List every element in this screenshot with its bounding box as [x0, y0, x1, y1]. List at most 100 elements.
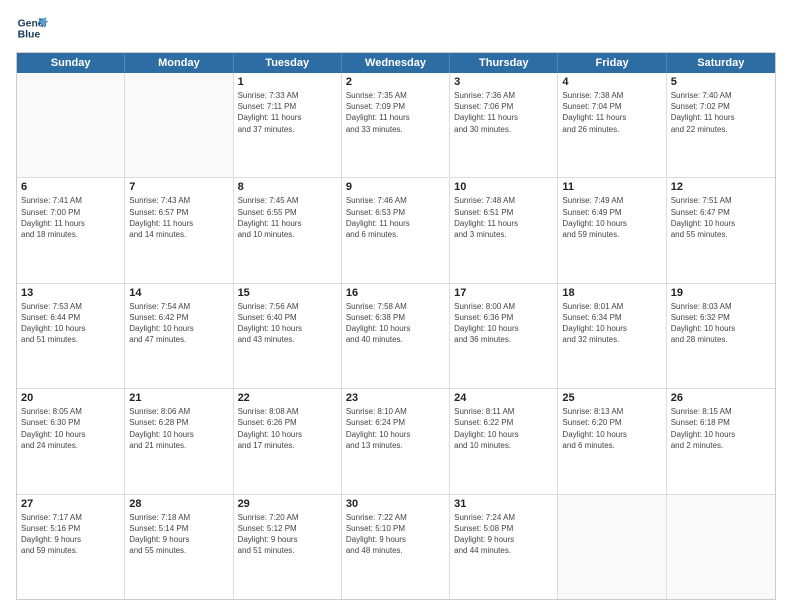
- day-number: 11: [562, 181, 661, 193]
- day-number: 2: [346, 76, 445, 88]
- day-cell: 21 Sunrise: 8:06 AM Sunset: 6:28 PM Dayli…: [125, 389, 233, 493]
- day-info: Sunrise: 7:40 AM Sunset: 7:02 PM Dayligh…: [671, 90, 771, 135]
- day-info: Sunrise: 7:38 AM Sunset: 7:04 PM Dayligh…: [562, 90, 661, 135]
- day-header-tuesday: Tuesday: [234, 53, 342, 73]
- day-info: Sunrise: 7:18 AM Sunset: 5:14 PM Dayligh…: [129, 512, 228, 557]
- day-cell: 26 Sunrise: 8:15 AM Sunset: 6:18 PM Dayli…: [667, 389, 775, 493]
- week-row-1: 1 Sunrise: 7:33 AM Sunset: 7:11 PM Daylig…: [17, 73, 775, 178]
- day-info: Sunrise: 7:56 AM Sunset: 6:40 PM Dayligh…: [238, 301, 337, 346]
- day-number: 22: [238, 392, 337, 404]
- day-number: 26: [671, 392, 771, 404]
- day-cell: 7Sunrise: 7:43 AM Sunset: 6:57 PM Daylig…: [125, 178, 233, 282]
- day-number: 4: [562, 76, 661, 88]
- day-info: Sunrise: 7:49 AM Sunset: 6:49 PM Dayligh…: [562, 195, 661, 240]
- day-info: Sunrise: 7:36 AM Sunset: 7:06 PM Dayligh…: [454, 90, 553, 135]
- day-cell: 18 Sunrise: 8:01 AM Sunset: 6:34 PM Dayli…: [558, 284, 666, 388]
- day-info: Sunrise: 7:24 AM Sunset: 5:08 PM Dayligh…: [454, 512, 553, 557]
- day-info: Sunrise: 7:45 AM Sunset: 6:55 PM Dayligh…: [238, 195, 337, 240]
- day-header-monday: Monday: [125, 53, 233, 73]
- day-cell: 23 Sunrise: 8:10 AM Sunset: 6:24 PM Dayli…: [342, 389, 450, 493]
- day-info: Sunrise: 7:58 AM Sunset: 6:38 PM Dayligh…: [346, 301, 445, 346]
- day-cell: 6 Sunrise: 7:41 AM Sunset: 7:00 PM Daylig…: [17, 178, 125, 282]
- week-row-2: 6 Sunrise: 7:41 AM Sunset: 7:00 PM Daylig…: [17, 178, 775, 283]
- day-info: Sunrise: 8:15 AM Sunset: 6:18 PM Dayligh…: [671, 406, 771, 451]
- day-info: Sunrise: 7:41 AM Sunset: 7:00 PM Dayligh…: [21, 195, 120, 240]
- header: General Blue: [16, 12, 776, 44]
- day-number: 27: [21, 498, 120, 510]
- day-number: 17: [454, 287, 553, 299]
- day-number: 7: [129, 181, 228, 193]
- day-info: Sunrise: 8:13 AM Sunset: 6:20 PM Dayligh…: [562, 406, 661, 451]
- day-info: Sunrise: 7:54 AM Sunset: 6:42 PM Dayligh…: [129, 301, 228, 346]
- day-cell: 16 Sunrise: 7:58 AM Sunset: 6:38 PM Dayli…: [342, 284, 450, 388]
- day-number: 31: [454, 498, 553, 510]
- day-info: Sunrise: 8:03 AM Sunset: 6:32 PM Dayligh…: [671, 301, 771, 346]
- day-cell: 28 Sunrise: 7:18 AM Sunset: 5:14 PM Dayli…: [125, 495, 233, 599]
- day-info: Sunrise: 8:05 AM Sunset: 6:30 PM Dayligh…: [21, 406, 120, 451]
- day-cell: 12Sunrise: 7:51 AM Sunset: 6:47 PM Dayli…: [667, 178, 775, 282]
- day-info: Sunrise: 7:20 AM Sunset: 5:12 PM Dayligh…: [238, 512, 337, 557]
- week-row-3: 13 Sunrise: 7:53 AM Sunset: 6:44 PM Dayli…: [17, 284, 775, 389]
- day-cell: 5 Sunrise: 7:40 AM Sunset: 7:02 PM Daylig…: [667, 73, 775, 177]
- day-cell: [558, 495, 666, 599]
- day-number: 18: [562, 287, 661, 299]
- day-number: 24: [454, 392, 553, 404]
- day-info: Sunrise: 8:10 AM Sunset: 6:24 PM Dayligh…: [346, 406, 445, 451]
- day-number: 21: [129, 392, 228, 404]
- day-info: Sunrise: 8:08 AM Sunset: 6:26 PM Dayligh…: [238, 406, 337, 451]
- day-info: Sunrise: 7:48 AM Sunset: 6:51 PM Dayligh…: [454, 195, 553, 240]
- day-number: 16: [346, 287, 445, 299]
- day-headers: SundayMondayTuesdayWednesdayThursdayFrid…: [17, 53, 775, 73]
- day-cell: 2 Sunrise: 7:35 AM Sunset: 7:09 PM Daylig…: [342, 73, 450, 177]
- day-header-wednesday: Wednesday: [342, 53, 450, 73]
- day-number: 28: [129, 498, 228, 510]
- day-number: 23: [346, 392, 445, 404]
- day-number: 9: [346, 181, 445, 193]
- day-info: Sunrise: 7:22 AM Sunset: 5:10 PM Dayligh…: [346, 512, 445, 557]
- day-header-sunday: Sunday: [17, 53, 125, 73]
- day-number: 14: [129, 287, 228, 299]
- week-row-4: 20 Sunrise: 8:05 AM Sunset: 6:30 PM Dayli…: [17, 389, 775, 494]
- logo: General Blue: [16, 12, 48, 44]
- day-header-thursday: Thursday: [450, 53, 558, 73]
- day-info: Sunrise: 8:11 AM Sunset: 6:22 PM Dayligh…: [454, 406, 553, 451]
- day-cell: [17, 73, 125, 177]
- day-number: 29: [238, 498, 337, 510]
- day-number: 5: [671, 76, 771, 88]
- day-number: 6: [21, 181, 120, 193]
- day-number: 13: [21, 287, 120, 299]
- day-number: 1: [238, 76, 337, 88]
- day-info: Sunrise: 7:53 AM Sunset: 6:44 PM Dayligh…: [21, 301, 120, 346]
- day-cell: 10Sunrise: 7:48 AM Sunset: 6:51 PM Dayli…: [450, 178, 558, 282]
- day-cell: 30 Sunrise: 7:22 AM Sunset: 5:10 PM Dayli…: [342, 495, 450, 599]
- logo-icon: General Blue: [16, 12, 48, 44]
- day-cell: 20 Sunrise: 8:05 AM Sunset: 6:30 PM Dayli…: [17, 389, 125, 493]
- day-number: 19: [671, 287, 771, 299]
- day-cell: 11 Sunrise: 7:49 AM Sunset: 6:49 PM Dayli…: [558, 178, 666, 282]
- day-cell: 31 Sunrise: 7:24 AM Sunset: 5:08 PM Dayli…: [450, 495, 558, 599]
- day-cell: 4 Sunrise: 7:38 AM Sunset: 7:04 PM Daylig…: [558, 73, 666, 177]
- day-cell: 9 Sunrise: 7:46 AM Sunset: 6:53 PM Daylig…: [342, 178, 450, 282]
- week-row-5: 27Sunrise: 7:17 AM Sunset: 5:16 PM Dayli…: [17, 495, 775, 599]
- day-cell: 15 Sunrise: 7:56 AM Sunset: 6:40 PM Dayli…: [234, 284, 342, 388]
- day-cell: 14 Sunrise: 7:54 AM Sunset: 6:42 PM Dayli…: [125, 284, 233, 388]
- day-info: Sunrise: 8:06 AM Sunset: 6:28 PM Dayligh…: [129, 406, 228, 451]
- day-cell: [667, 495, 775, 599]
- day-cell: 8 Sunrise: 7:45 AM Sunset: 6:55 PM Daylig…: [234, 178, 342, 282]
- day-cell: 1 Sunrise: 7:33 AM Sunset: 7:11 PM Daylig…: [234, 73, 342, 177]
- day-number: 8: [238, 181, 337, 193]
- day-number: 30: [346, 498, 445, 510]
- calendar-body: 1 Sunrise: 7:33 AM Sunset: 7:11 PM Daylig…: [17, 73, 775, 599]
- day-info: Sunrise: 7:33 AM Sunset: 7:11 PM Dayligh…: [238, 90, 337, 135]
- day-number: 25: [562, 392, 661, 404]
- day-info: Sunrise: 7:35 AM Sunset: 7:09 PM Dayligh…: [346, 90, 445, 135]
- calendar: SundayMondayTuesdayWednesdayThursdayFrid…: [16, 52, 776, 600]
- day-cell: 3Sunrise: 7:36 AM Sunset: 7:06 PM Daylig…: [450, 73, 558, 177]
- day-number: 12: [671, 181, 771, 193]
- day-number: 15: [238, 287, 337, 299]
- day-number: 20: [21, 392, 120, 404]
- day-cell: 24 Sunrise: 8:11 AM Sunset: 6:22 PM Dayli…: [450, 389, 558, 493]
- day-cell: 25 Sunrise: 8:13 AM Sunset: 6:20 PM Dayli…: [558, 389, 666, 493]
- day-info: Sunrise: 8:01 AM Sunset: 6:34 PM Dayligh…: [562, 301, 661, 346]
- day-info: Sunrise: 7:46 AM Sunset: 6:53 PM Dayligh…: [346, 195, 445, 240]
